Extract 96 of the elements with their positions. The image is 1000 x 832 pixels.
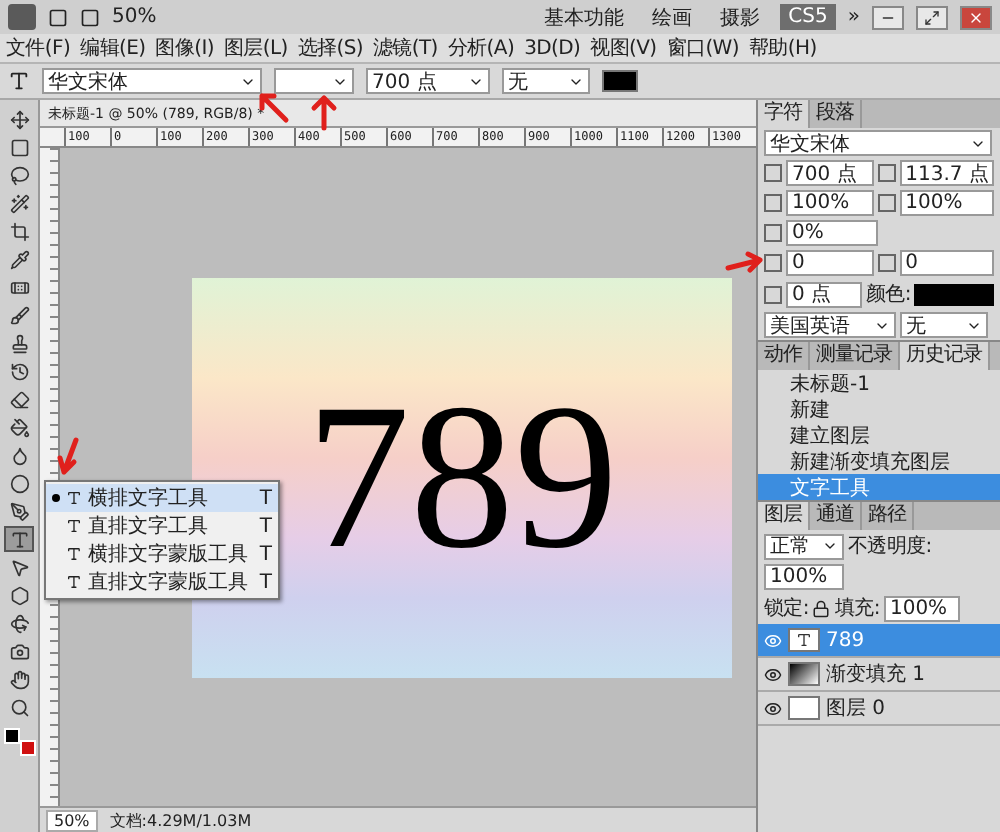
mini-bridge-icon[interactable] <box>80 7 100 27</box>
shortcut-key: T <box>259 515 272 537</box>
vertical-scale-field[interactable]: 100% <box>786 190 874 216</box>
tracking-field[interactable]: 0 <box>899 250 994 276</box>
menu-item[interactable]: 文件(F) <box>6 34 71 62</box>
lock-icon[interactable] <box>812 599 831 617</box>
visibility-icon[interactable] <box>764 665 782 683</box>
text-layer-icon <box>796 632 812 648</box>
text-color-swatch[interactable] <box>914 283 994 305</box>
layer-name: 789 <box>826 629 865 651</box>
text-tool-icon <box>65 546 82 562</box>
workspace-button[interactable]: CS5 <box>780 4 836 30</box>
shortcut-key: T <box>259 571 272 593</box>
foreground-color-swatch[interactable] <box>3 728 19 744</box>
menu-item[interactable]: 滤镜(T) <box>372 34 438 62</box>
font-size-field[interactable]: 700 点 <box>786 160 874 186</box>
flyout-label: 直排文字工具 <box>88 513 208 540</box>
flyout-menu-item[interactable]: 横排文字工具 T <box>46 484 278 512</box>
fill-label: 填充: <box>834 595 880 622</box>
layer-thumbnail <box>788 662 820 686</box>
menu-item[interactable]: 3D(D) <box>524 37 581 59</box>
font-family-field[interactable]: 华文宋体 <box>42 68 262 94</box>
layer-thumbnail <box>788 696 820 720</box>
background-color-swatch[interactable] <box>19 740 35 756</box>
anti-alias-field[interactable]: 无 <box>900 312 988 338</box>
flyout-menu-item[interactable]: 直排文字工具 T <box>46 512 278 540</box>
panel-tab[interactable]: 通道 <box>810 502 862 530</box>
text-tool-icon[interactable] <box>8 70 30 92</box>
font-size-field[interactable]: 700 点 <box>366 68 490 94</box>
panel-tab[interactable]: 路径 <box>862 502 914 530</box>
shortcut-key: T <box>259 487 272 509</box>
layer-name: 图层 0 <box>826 696 886 722</box>
bridge-icon[interactable] <box>48 7 68 27</box>
menu-item[interactable]: 分析(A) <box>447 34 515 62</box>
menu-item[interactable]: 帮助(H) <box>749 34 817 62</box>
workspace-button[interactable]: 摄影 <box>712 1 769 33</box>
more-workspaces[interactable]: » <box>847 6 860 28</box>
status-zoom-field[interactable]: 50% <box>46 809 98 831</box>
minimize-button[interactable] <box>872 5 904 29</box>
menu-item[interactable]: 图层(L) <box>223 34 288 62</box>
panel-tab[interactable]: 历史记录 <box>900 342 990 370</box>
language-field[interactable]: 美国英语 <box>764 312 896 338</box>
anti-alias-field[interactable]: 无 <box>502 68 590 94</box>
panel-tab[interactable]: 图层 <box>758 502 810 530</box>
menu-item[interactable]: 视图(V) <box>590 34 657 62</box>
flyout-menu-item[interactable]: 横排文字蒙版工具 T <box>46 540 278 568</box>
baseline-field[interactable]: 0 点 <box>786 281 862 307</box>
flyout-label: 直排文字蒙版工具 <box>87 569 248 596</box>
maximize-icon <box>924 9 940 25</box>
menu-item[interactable]: 选择(S) <box>297 34 363 62</box>
fill-field[interactable]: 100% <box>883 595 960 621</box>
opacity-field[interactable]: 100% <box>764 564 844 590</box>
canvas-text: 789 <box>306 373 618 581</box>
history-item[interactable]: 新建渐变填充图层 <box>758 448 1000 474</box>
flyout-label: 横排文字蒙版工具 <box>87 541 248 568</box>
horizontal-scale-field[interactable]: 100% <box>899 190 994 216</box>
history-snapshot[interactable]: 未标题-1 <box>758 370 1000 396</box>
text-tool-icon[interactable] <box>4 526 34 552</box>
history-item[interactable]: 新建 <box>758 396 1000 422</box>
document-info: 文档:4.29M/1.03M <box>109 809 252 831</box>
menu-item[interactable]: 图像(I) <box>155 34 214 62</box>
font-family-field[interactable]: 华文宋体 <box>764 130 992 156</box>
kerning-field[interactable]: 0 <box>786 250 874 276</box>
close-icon <box>968 9 984 25</box>
flyout-menu-item[interactable]: 直排文字蒙版工具 T <box>46 568 278 596</box>
text-color-swatch[interactable] <box>602 70 638 92</box>
blend-mode-field[interactable]: 正常 <box>764 533 844 559</box>
layer-row[interactable]: 图层 0 <box>758 692 1000 726</box>
annotation-arrow <box>254 88 294 128</box>
workspace-button[interactable]: 基本功能 <box>536 1 633 33</box>
app-logo-icon <box>8 4 36 30</box>
panel-tab[interactable]: 段落 <box>810 100 862 128</box>
color-label: 颜色: <box>866 281 911 308</box>
zoom-level[interactable]: 50% <box>112 6 157 28</box>
visibility-icon[interactable] <box>764 699 782 717</box>
close-button[interactable] <box>960 5 992 29</box>
tsume-field[interactable]: 0% <box>786 220 878 246</box>
dropdown-caret-icon[interactable] <box>822 538 838 554</box>
menu-item[interactable]: 窗口(W) <box>666 34 739 62</box>
text-tool-icon <box>65 574 82 590</box>
panel-tab[interactable]: 字符 <box>758 100 810 128</box>
layer-row[interactable]: 渐变填充 1 <box>758 658 1000 692</box>
text-tool-icon <box>66 518 82 534</box>
font-style-field[interactable] <box>274 68 354 94</box>
history-item[interactable]: 建立图层 <box>758 422 1000 448</box>
layer-name: 渐变填充 1 <box>826 661 926 688</box>
maximize-button[interactable] <box>916 5 948 29</box>
leading-field[interactable]: 113.7 点 <box>899 160 994 186</box>
panel-tab[interactable]: 动作 <box>758 342 810 370</box>
lock-label: 锁定: <box>764 595 809 622</box>
workspace-button[interactable]: 绘画 <box>644 1 701 33</box>
flyout-label: 横排文字工具 <box>88 485 208 512</box>
menu-item[interactable]: 编辑(E) <box>80 34 146 62</box>
opacity-label: 不透明度: <box>848 533 932 560</box>
text-tool-icon <box>66 490 82 506</box>
shortcut-key: T <box>259 543 272 565</box>
